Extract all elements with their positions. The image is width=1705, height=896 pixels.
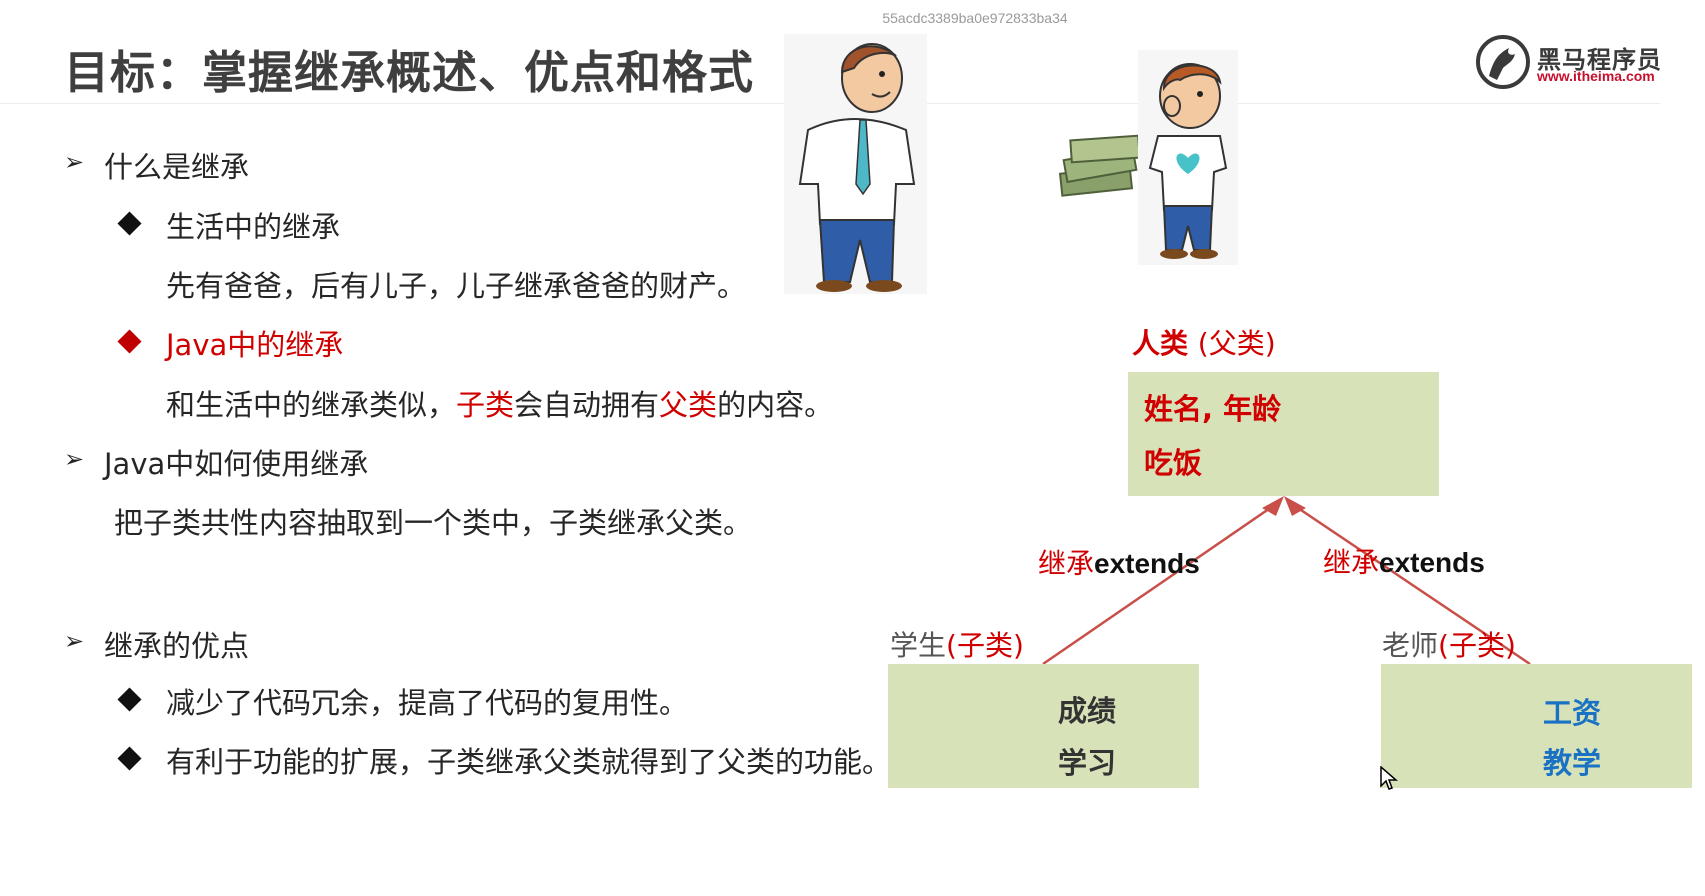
parent-member-2: 吃饭: [1144, 446, 1203, 480]
parent-member-1: 姓名, 年龄: [1144, 392, 1282, 426]
teacher-class-box: 工资 教学: [1381, 664, 1692, 788]
arrowhead-icon: [1284, 496, 1306, 516]
extends-cn: 继承: [1323, 546, 1380, 579]
student-class-label: 学生(子类): [890, 624, 1024, 664]
teacher-class-label: 老师(子类): [1382, 624, 1516, 664]
student-class-box: 成绩 学习: [888, 664, 1199, 788]
teacher-member-2: 教学: [1543, 746, 1602, 780]
student-class-name: 学生: [890, 629, 947, 662]
extends-en: extends: [1379, 547, 1485, 578]
teacher-extends-label: 继承extends: [1323, 541, 1485, 581]
extends-cn: 继承: [1038, 547, 1095, 580]
student-extends-label: 继承extends: [1038, 542, 1200, 582]
extends-en: extends: [1094, 548, 1200, 579]
mouse-cursor-icon: [1380, 766, 1398, 790]
parent-class-label: 人类 (父类): [1132, 322, 1276, 362]
teacher-class-tag: (子类): [1438, 629, 1516, 662]
teacher-member-1: 工资: [1543, 696, 1602, 730]
student-class-tag: (子类): [946, 629, 1024, 662]
teacher-class-name: 老师: [1382, 629, 1439, 662]
parent-class-tag: (父类): [1197, 327, 1276, 360]
arrowhead-icon: [1262, 496, 1284, 516]
student-member-1: 成绩: [1058, 694, 1117, 728]
parent-class-box: 姓名, 年龄 吃饭: [1128, 372, 1439, 496]
parent-class-name: 人类: [1132, 327, 1189, 360]
student-extends-arrow: [1042, 502, 1277, 666]
student-member-2: 学习: [1058, 746, 1117, 780]
